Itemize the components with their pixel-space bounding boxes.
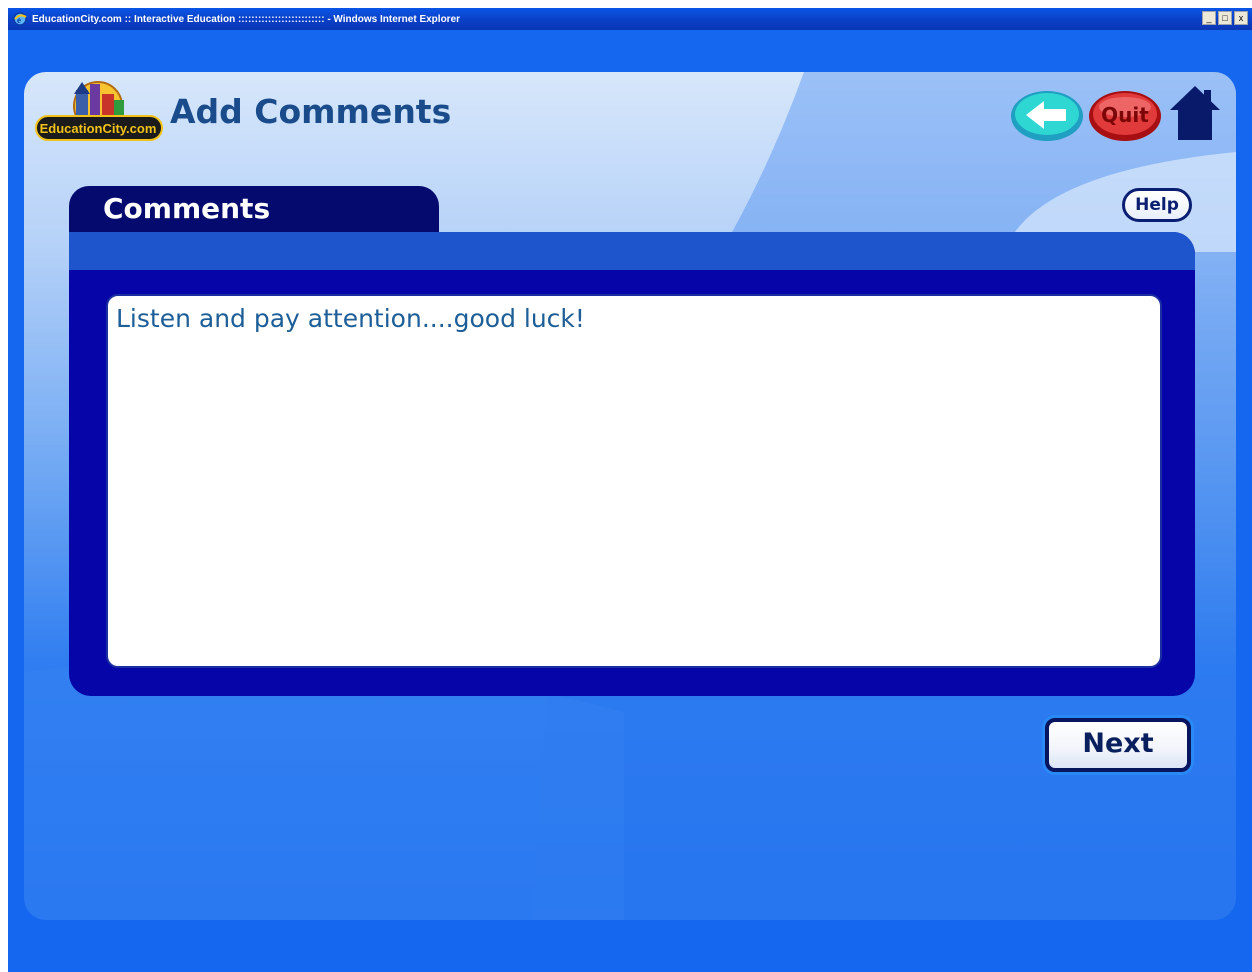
maximize-button[interactable]: □ — [1218, 11, 1232, 25]
home-icon — [1170, 86, 1220, 140]
next-button[interactable]: Next — [1045, 718, 1191, 772]
title-bar: e EducationCity.com :: Interactive Educa… — [8, 8, 1252, 30]
back-button[interactable] — [1008, 89, 1086, 143]
comments-box-header — [69, 232, 1195, 270]
browser-content: EducationCity.com Add Comments Quit Comm… — [8, 30, 1252, 972]
close-button[interactable]: x — [1234, 11, 1248, 25]
svg-text:Quit: Quit — [1101, 103, 1149, 127]
comments-box: Listen and pay attention....good luck! — [69, 232, 1195, 696]
quit-button[interactable]: Quit — [1086, 89, 1164, 143]
main-panel: EducationCity.com Add Comments Quit Comm… — [24, 72, 1236, 920]
comment-text-area[interactable]: Listen and pay attention....good luck! — [106, 294, 1162, 668]
svg-text:EducationCity.com: EducationCity.com — [40, 121, 157, 136]
browser-window: e EducationCity.com :: Interactive Educa… — [8, 8, 1252, 972]
educationcity-logo: EducationCity.com — [35, 81, 163, 141]
window-title: EducationCity.com :: Interactive Educati… — [32, 13, 461, 25]
page-title: Add Comments — [170, 92, 452, 131]
internet-explorer-icon: e — [13, 12, 27, 26]
comments-tab-label: Comments — [103, 192, 271, 225]
window-controls: _ □ x — [1202, 11, 1248, 25]
svg-text:e: e — [17, 15, 21, 25]
minimize-button[interactable]: _ — [1202, 11, 1216, 25]
comments-tab: Comments — [69, 186, 439, 232]
help-button[interactable]: Help — [1122, 188, 1192, 222]
home-button[interactable] — [1168, 84, 1222, 142]
